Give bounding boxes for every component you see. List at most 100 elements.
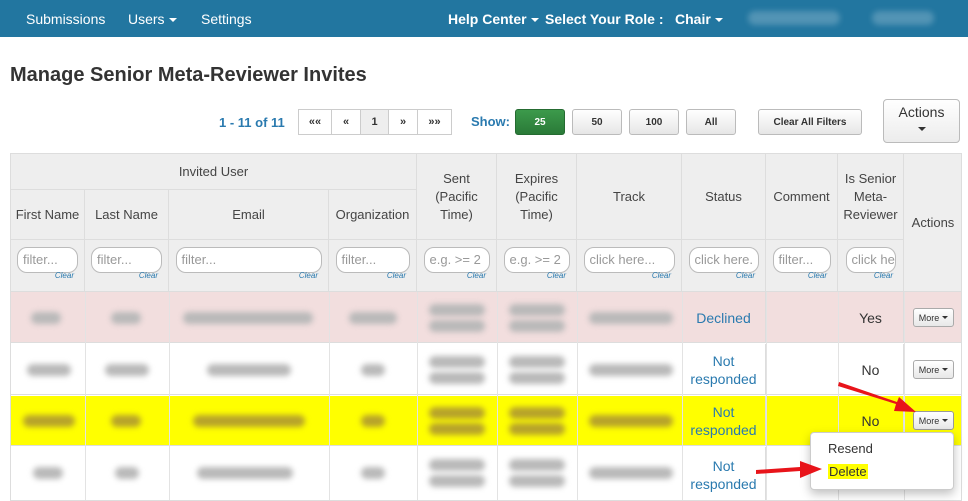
top-navbar: Submissions Users Settings Help Center S… (0, 0, 968, 37)
user-menu-redacted[interactable] (872, 11, 934, 25)
filter-cell-organization: filter... Clear (329, 240, 417, 292)
pager-page-1[interactable]: 1 (360, 109, 389, 135)
table-row (11, 292, 961, 343)
redacted-text (33, 467, 63, 479)
more-button[interactable]: More (913, 360, 954, 379)
actions-label: Actions (898, 104, 945, 120)
chevron-down-icon (917, 127, 926, 131)
status-cell: Not responded (682, 344, 766, 395)
redacted-text (193, 415, 305, 427)
redacted-text (509, 423, 565, 435)
menu-item-delete[interactable]: Delete (828, 464, 868, 479)
filter-cell-last-name: filter... Clear (85, 240, 169, 292)
more-button[interactable]: More (913, 308, 954, 327)
redacted-text (509, 320, 565, 332)
chevron-down-icon (942, 368, 949, 371)
page-size-50-button[interactable]: 50 (572, 109, 622, 135)
redacted-text (23, 415, 75, 427)
redacted-text (509, 407, 565, 419)
nav-settings[interactable]: Settings (201, 11, 252, 27)
clear-link[interactable]: Clear (736, 267, 755, 285)
clear-link[interactable]: Clear (139, 267, 158, 285)
nav-help-center-label: Help Center (448, 11, 527, 27)
column-divider (577, 292, 578, 500)
clear-link[interactable]: Clear (652, 267, 671, 285)
redacted-text (429, 407, 485, 419)
clear-link[interactable]: Clear (299, 267, 318, 285)
filter-cell-is-senior: click he Clear (838, 240, 904, 292)
nav-users[interactable]: Users (128, 11, 177, 27)
column-divider (329, 292, 330, 500)
user-name-redacted[interactable] (748, 11, 840, 25)
clear-link[interactable]: Clear (874, 267, 893, 285)
redacted-text (361, 364, 385, 376)
status-cell: Not responded (682, 396, 766, 446)
status-not-responded: Not responded (690, 404, 757, 438)
pager-first-button[interactable]: «« (298, 109, 332, 135)
filter-cell-sent: e.g. >= 2 Clear (417, 240, 497, 292)
redacted-text (349, 312, 397, 324)
redacted-text (429, 459, 485, 471)
redacted-text (429, 372, 485, 384)
nav-role-dropdown[interactable]: Chair (675, 11, 723, 27)
nav-help-center[interactable]: Help Center (448, 11, 539, 27)
more-button-open[interactable]: More (913, 411, 954, 430)
redacted-text (509, 356, 565, 368)
filter-cell-comment: filter... Clear (766, 240, 838, 292)
nav-submissions[interactable]: Submissions (26, 11, 105, 27)
redacted-text (589, 364, 673, 376)
filter-cell-status: click here. Clear (682, 240, 766, 292)
menu-item-resend[interactable]: Resend (828, 441, 873, 456)
redacted-text (509, 475, 565, 487)
page-size-all-button[interactable]: All (686, 109, 736, 135)
page-title: Manage Senior Meta-Reviewer Invites (10, 64, 367, 86)
header-comment[interactable]: Comment (766, 154, 838, 240)
redacted-text (429, 304, 485, 316)
chevron-down-icon (714, 18, 723, 23)
status-not-responded: Not responded (690, 457, 757, 492)
header-is-senior[interactable]: Is Senior Meta-Reviewer (838, 154, 904, 240)
clear-link[interactable]: Clear (387, 267, 406, 285)
page-size-25-button[interactable]: 25 (515, 109, 565, 135)
actions-dropdown-button[interactable]: Actions (883, 99, 960, 143)
header-expires[interactable]: Expires (Pacific Time) (497, 154, 577, 240)
redacted-text (111, 312, 141, 324)
redacted-text (589, 312, 673, 324)
more-label: More (918, 312, 940, 323)
redacted-text (429, 320, 485, 332)
status-cell: Declined (682, 292, 766, 343)
filter-cell-email: filter... Clear (169, 240, 329, 292)
is-senior-value: Yes (859, 309, 882, 326)
redacted-text (429, 356, 485, 368)
column-divider (417, 292, 418, 500)
nav-role-label: Chair (675, 11, 711, 27)
column-divider (169, 292, 170, 500)
pager-prev-button[interactable]: « (331, 109, 361, 135)
header-sent[interactable]: Sent (Pacific Time) (417, 154, 497, 240)
clear-link[interactable]: Clear (467, 267, 486, 285)
redacted-text (589, 415, 673, 427)
header-status[interactable]: Status (682, 154, 766, 240)
redacted-text (111, 415, 141, 427)
pager-last-button[interactable]: »» (417, 109, 452, 135)
clear-link[interactable]: Clear (808, 267, 827, 285)
column-divider (497, 292, 498, 500)
clear-link[interactable]: Clear (55, 267, 74, 285)
redacted-text (429, 475, 485, 487)
header-track[interactable]: Track (577, 154, 682, 240)
column-divider (766, 292, 767, 500)
clear-link[interactable]: Clear (547, 267, 566, 285)
header-email[interactable]: Email (169, 190, 329, 240)
redacted-text (115, 467, 139, 479)
status-not-responded: Not responded (690, 352, 757, 387)
group-header-invited-user: Invited User (11, 154, 417, 190)
redacted-text (207, 364, 291, 376)
header-organization[interactable]: Organization (329, 190, 417, 240)
page-size-100-button[interactable]: 100 (629, 109, 679, 135)
header-last-name[interactable]: Last Name (85, 190, 169, 240)
pager-next-button[interactable]: » (388, 109, 418, 135)
clear-all-filters-button[interactable]: Clear All Filters (758, 109, 862, 135)
is-senior-cell: No (838, 344, 904, 395)
header-first-name[interactable]: First Name (11, 190, 85, 240)
redacted-text (589, 467, 673, 479)
